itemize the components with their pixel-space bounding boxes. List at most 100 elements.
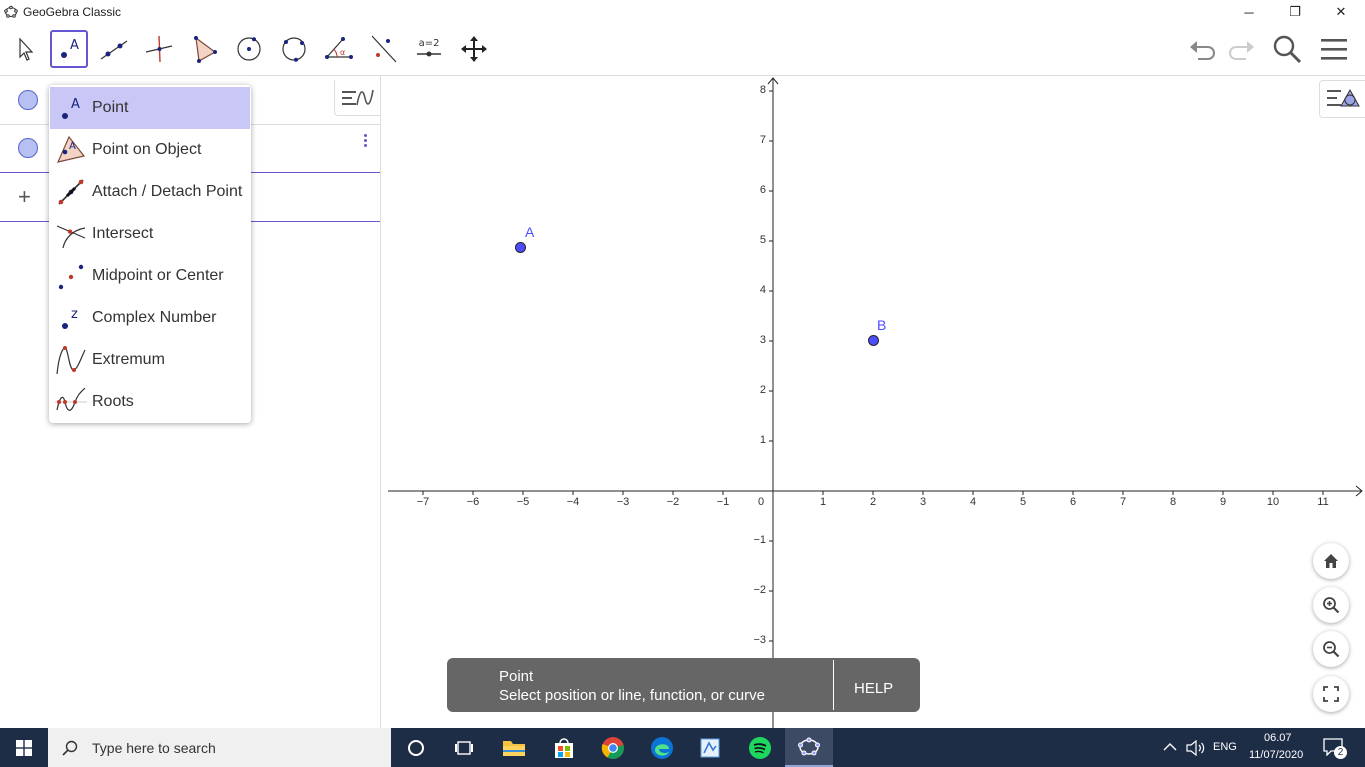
svg-text:z: z	[71, 307, 78, 322]
x-axis-tick-label: −3	[616, 496, 630, 508]
visibility-toggle[interactable]	[18, 90, 38, 110]
dropdown-item-label: Attach / Detach Point	[92, 183, 243, 200]
roots-icon	[55, 387, 87, 411]
polygon-tool-button[interactable]	[185, 30, 223, 68]
restore-button[interactable]: ❐	[1272, 0, 1318, 24]
x-axis-tick-label: 4	[969, 496, 977, 508]
dropdown-item-roots[interactable]: Roots	[50, 381, 250, 423]
notification-center-button[interactable]: 2	[1323, 738, 1347, 759]
spotify-button[interactable]	[736, 728, 784, 767]
standard-view-button[interactable]	[1313, 543, 1349, 579]
search-button[interactable]	[1270, 34, 1304, 64]
dropdown-item-label: Point on Object	[92, 141, 202, 158]
x-axis-tick-label: −5	[516, 496, 530, 508]
point-a-label: A	[525, 224, 535, 240]
visibility-toggle[interactable]	[18, 138, 38, 158]
clock-date[interactable]: 11/07/2020	[1249, 749, 1303, 761]
y-axis-tick-label: 3	[759, 334, 766, 346]
tool-help-title: Point	[499, 668, 534, 685]
x-axis-tick-label: −1	[716, 496, 730, 508]
perpendicular-line-tool-button[interactable]	[140, 30, 178, 68]
fullscreen-icon	[1323, 686, 1339, 702]
geogebra-taskbar-button[interactable]	[785, 728, 833, 767]
algebra-style-bar-button[interactable]	[334, 80, 380, 116]
speaker-icon[interactable]	[1186, 740, 1206, 756]
chevron-up-icon[interactable]	[1163, 742, 1177, 752]
point-b-label: B	[877, 317, 887, 333]
x-axis-tick-label: 1	[819, 496, 827, 508]
dropdown-item-point[interactable]: A Point	[50, 87, 250, 129]
task-view-icon	[455, 740, 473, 755]
graphics-view[interactable]: −7 −6 −5 −4 −3 −2 −1 0 1 2 3 4 5 6 7 8 9 10 11 8 7 6 5 4 3 2 1 −1 −…	[384, 76, 1365, 728]
taskbar-search-box[interactable]: Type here to search	[48, 728, 391, 767]
angle-tool-button[interactable]: α	[320, 30, 358, 68]
cortana-button[interactable]	[392, 728, 440, 767]
tool-help-description: Select position or line, function, or cu…	[499, 687, 765, 704]
geogebra-logo-icon	[4, 5, 18, 18]
dropdown-item-midpoint-or-center[interactable]: Midpoint or Center	[50, 255, 250, 297]
point-b[interactable]	[868, 335, 879, 346]
window-title: GeoGebra Classic	[23, 5, 122, 19]
add-input-icon[interactable]: +	[18, 184, 31, 210]
redo-button[interactable]	[1224, 34, 1258, 64]
zoom-in-button[interactable]	[1313, 587, 1349, 623]
cursor-arrow-icon	[19, 37, 34, 61]
minimize-button[interactable]: ─	[1226, 0, 1272, 24]
y-axis-tick-label: 6	[759, 184, 766, 196]
circle-center-icon	[237, 37, 261, 61]
circle-center-tool-button[interactable]	[230, 30, 268, 68]
search-placeholder: Type here to search	[92, 739, 216, 756]
dropdown-item-label: Extremum	[92, 351, 165, 368]
move-tool-button[interactable]	[6, 30, 44, 68]
graphics-style-bar-button[interactable]	[1319, 80, 1365, 118]
dropdown-item-point-on-object[interactable]: A Point on Object	[50, 129, 250, 171]
chrome-icon	[601, 736, 624, 759]
store-bag-icon	[555, 737, 573, 758]
chrome-button[interactable]	[589, 728, 637, 767]
reflect-tool-button[interactable]	[365, 30, 403, 68]
point-a[interactable]	[515, 242, 526, 253]
point-on-object-icon: A	[56, 135, 86, 163]
svg-text:A: A	[70, 38, 79, 53]
midpoint-icon	[58, 264, 84, 290]
line-tool-button[interactable]	[95, 30, 133, 68]
dropdown-item-attach-detach-point[interactable]: Attach / Detach Point	[50, 171, 250, 213]
file-explorer-button[interactable]	[490, 728, 538, 767]
dropdown-item-intersect[interactable]: Intersect	[50, 213, 250, 255]
y-axis-tick-label: −2	[753, 584, 766, 596]
help-button[interactable]: HELP	[854, 680, 893, 697]
svg-text:A: A	[69, 141, 76, 152]
dropdown-item-label: Intersect	[92, 225, 154, 242]
undo-button[interactable]	[1186, 34, 1220, 64]
dropdown-item-complex-number[interactable]: z Complex Number	[50, 297, 250, 339]
task-view-button[interactable]	[440, 728, 488, 767]
move-arrows-icon	[461, 36, 487, 62]
paint-app-button[interactable]	[686, 728, 734, 767]
y-axis-tick-label: −3	[753, 634, 766, 646]
x-axis-tick-label: 8	[1169, 496, 1177, 508]
main-menu-button[interactable]	[1317, 34, 1351, 64]
dropdown-item-label: Complex Number	[92, 309, 217, 326]
attach-detach-icon	[58, 179, 84, 205]
line-icon	[100, 40, 128, 60]
clock-time[interactable]: 06.07	[1264, 732, 1292, 744]
dropdown-item-label: Midpoint or Center	[92, 267, 224, 284]
x-axis-tick-label: 3	[919, 496, 927, 508]
microsoft-store-button[interactable]	[540, 728, 588, 767]
zoom-out-button[interactable]	[1313, 631, 1349, 667]
move-graphics-view-tool-button[interactable]	[455, 30, 493, 68]
circle-three-points-tool-button[interactable]	[275, 30, 313, 68]
edge-button[interactable]	[638, 728, 686, 767]
more-options-icon[interactable]	[360, 132, 370, 152]
dropdown-item-extremum[interactable]: Extremum	[50, 339, 250, 381]
toolbar: A α a=2	[0, 24, 1365, 76]
fullscreen-button[interactable]	[1313, 676, 1349, 712]
point-tool-button[interactable]: A	[50, 30, 88, 68]
zoom-in-icon	[1323, 597, 1340, 614]
perpendicular-line-icon	[145, 35, 173, 63]
divider	[833, 660, 834, 710]
language-indicator[interactable]: ENG	[1213, 741, 1237, 753]
close-button[interactable]: ✕	[1318, 0, 1364, 24]
slider-tool-button[interactable]: a=2	[410, 30, 448, 68]
start-button[interactable]	[0, 728, 48, 767]
